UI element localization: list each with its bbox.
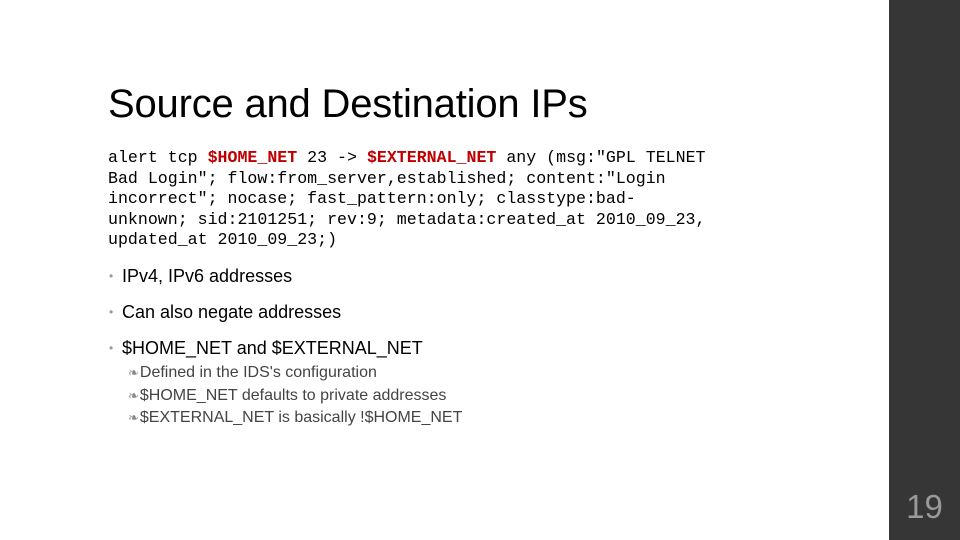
bullet-item: • Can also negate addresses [109, 300, 423, 336]
bullet-text: IPv4, IPv6 addresses [122, 266, 293, 286]
slide-sidebar-bar [889, 0, 960, 540]
code-line: incorrect"; nocase; fast_pattern:only; c… [108, 189, 788, 210]
bullet-dot-icon: • [109, 305, 114, 319]
sub-bullet-text: $EXTERNAL_NET is basically !$HOME_NET [139, 409, 463, 426]
code-variable-highlight: $HOME_NET [207, 148, 298, 167]
bullet-item: • IPv4, IPv6 addresses [109, 264, 423, 300]
code-text: any (msg:"GPL TELNET [496, 148, 706, 167]
fleuron-bullet-icon: ❧ [128, 365, 139, 380]
code-text: incorrect"; nocase; fast_pattern:only; c… [108, 189, 636, 208]
bullet-dot-icon: • [109, 341, 114, 355]
bullet-dot-icon: • [109, 269, 114, 283]
code-variable-highlight: $EXTERNAL_NET [366, 148, 497, 167]
code-text: 23 -> [297, 148, 367, 167]
code-text: alert tcp [108, 148, 208, 167]
code-line: Bad Login"; flow:from_server,established… [108, 169, 788, 190]
bullet-list: • IPv4, IPv6 addresses • Can also negate… [109, 264, 423, 372]
fleuron-bullet-icon: ❧ [128, 410, 139, 425]
bullet-text: $HOME_NET and $EXTERNAL_NET [122, 338, 423, 358]
page-number: 19 [906, 488, 943, 525]
code-text: Bad Login"; flow:from_server,established… [108, 168, 666, 188]
sub-bullet-item: ❧$EXTERNAL_NET is basically !$HOME_NET [128, 408, 462, 431]
code-text: updated_at 2010_09_23;) [108, 230, 338, 249]
sub-bullet-text: $HOME_NET defaults to private addresses [139, 386, 447, 404]
sub-bullet-item: ❧$HOME_NET defaults to private addresses [128, 386, 462, 409]
fleuron-bullet-icon: ❧ [128, 387, 139, 403]
code-line: updated_at 2010_09_23;) [108, 230, 788, 251]
sub-bullet-text: Defined in the IDS's configuration [139, 364, 377, 381]
code-line: unknown; sid:2101251; rev:9; metadata:cr… [108, 210, 788, 231]
sub-bullet-list: ❧Defined in the IDS's configuration ❧$HO… [128, 363, 462, 431]
bullet-text: Can also negate addresses [122, 302, 342, 322]
code-line: alert tcp $HOME_NET 23 -> $EXTERNAL_NET … [108, 148, 788, 169]
sub-bullet-item: ❧Defined in the IDS's configuration [128, 363, 462, 386]
code-text: unknown; sid:2101251; rev:9; metadata:cr… [108, 209, 706, 229]
snort-rule-code-block: alert tcp $HOME_NET 23 -> $EXTERNAL_NET … [108, 148, 788, 251]
slide-title: Source and Destination IPs [108, 82, 588, 126]
